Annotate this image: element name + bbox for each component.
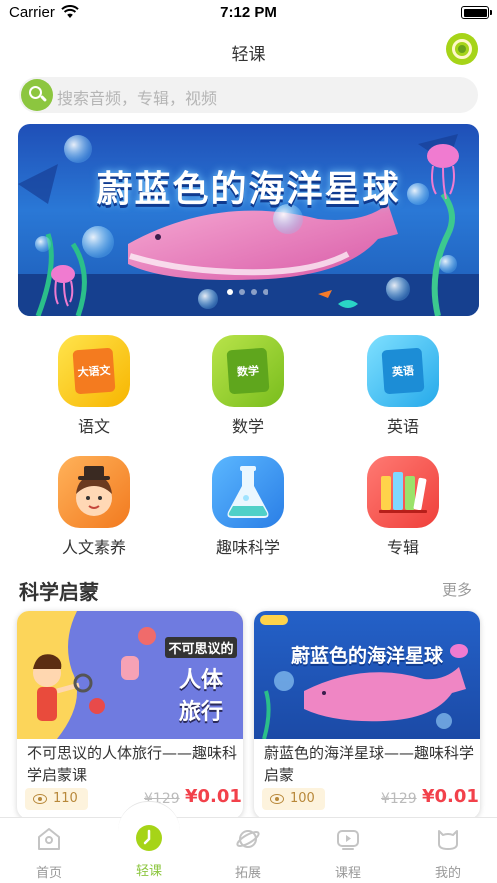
thumbnail-caption: 不可思议的 人体 旅行 [165,637,237,726]
original-price: ¥129 [381,791,417,807]
carousel-indicator [227,289,268,295]
video-icon [337,830,359,850]
tab-label: 拓展 [234,866,261,881]
course-thumbnail [254,611,480,739]
category-label: 人文素养 [61,538,126,557]
category-label: 数学 [231,417,264,436]
course-card[interactable]: 蔚蓝色的海洋星球 蔚蓝色的海洋星球——趣味科学启蒙 100 ¥129 ¥0.01 [254,611,480,819]
thumbnail-caption-line: 不可思议的 [165,637,237,658]
tab-label: 课程 [334,866,361,881]
search-bar[interactable]: 搜索音频，专辑，视频 [19,77,478,113]
books-icon [367,456,439,528]
category-label: 语文 [77,417,110,436]
clock: 7:12 PM [220,4,277,21]
math-book-icon: 数学 [212,335,284,407]
category-badge: 英语 [381,347,425,395]
view-count-badge: 110 [25,788,88,810]
search-input[interactable]: 搜索音频，专辑，视频 [57,85,217,109]
planet-icon [236,830,260,848]
tab-lesson[interactable]: 轻课 [119,824,179,879]
battery-icon [461,6,492,19]
view-count-badge: 100 [262,788,325,810]
banner-title: 蔚蓝色的海洋星球 [96,169,401,210]
category-album[interactable]: 专辑 [348,456,458,558]
home-icon [38,828,60,850]
profile-icon [438,830,458,850]
category-chinese[interactable]: 大语文 语文 [39,335,149,437]
status-bar: Carrier 7:12 PM [0,0,497,26]
banner-carousel[interactable]: 蔚蓝色的海洋星球 [18,124,479,316]
category-label: 英语 [386,417,419,436]
search-icon [21,79,53,111]
eye-icon [270,794,284,804]
tab-courses[interactable]: 课程 [318,826,378,881]
category-label: 趣味科学 [215,538,280,557]
current-price: ¥0.01 [185,786,242,807]
page-title: 轻课 [231,45,266,65]
tab-profile[interactable]: 我的 [418,826,478,881]
category-english[interactable]: 英语 英语 [348,335,458,437]
more-link[interactable]: 更多 [442,579,472,600]
lesson-icon [136,825,162,851]
thumbnail-caption: 蔚蓝色的海洋星球 [290,645,443,667]
course-card[interactable]: 不可思议的 人体 旅行 不可思议的人体旅行——趣味科学启蒙课 110 ¥129 … [17,611,243,819]
tab-label: 首页 [35,866,62,881]
current-price: ¥0.01 [422,786,479,807]
category-badge: 数学 [226,347,270,395]
section-title: 科学启蒙 [19,580,99,604]
card-title: 不可思议的人体旅行——趣味科学启蒙课 [27,744,238,784]
music-disc-icon[interactable] [446,33,478,65]
tab-explore[interactable]: 拓展 [218,826,278,881]
category-humanities[interactable]: 人文素养 [39,456,149,558]
flask-icon [212,456,284,528]
tab-label: 轻课 [135,864,162,879]
thumbnail-caption-line: 人体 [178,668,223,693]
view-count: 110 [53,791,78,806]
tab-label: 我的 [434,866,461,881]
thumbnail-caption-line: 旅行 [178,700,223,725]
english-book-icon: 英语 [367,335,439,407]
category-math[interactable]: 数学 数学 [193,335,303,437]
boy-face-icon [58,456,130,528]
category-science[interactable]: 趣味科学 [193,456,303,558]
category-label: 专辑 [386,538,419,557]
card-title: 蔚蓝色的海洋星球——趣味科学启蒙 [264,744,475,784]
eye-icon [33,794,47,804]
chinese-book-icon: 大语文 [58,335,130,407]
category-badge: 大语文 [72,347,116,395]
tab-home[interactable]: 首页 [19,826,79,881]
view-count: 100 [290,791,315,806]
